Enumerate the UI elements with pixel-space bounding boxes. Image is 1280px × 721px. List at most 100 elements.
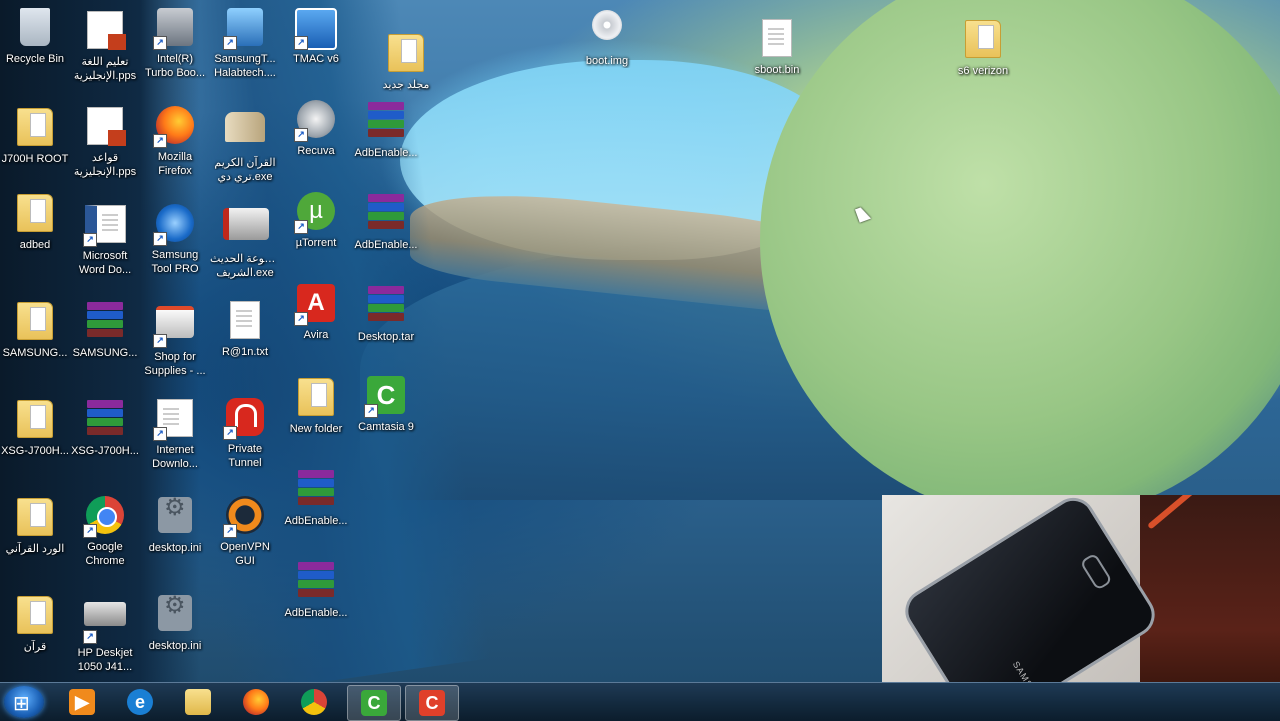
desktop-icon-chrome[interactable]: ↗ Google Chrome xyxy=(70,494,140,568)
utorrent-icon: µ ↗ xyxy=(294,192,338,234)
desktop-icon-adbenable-4[interactable]: AdbEnable... xyxy=(281,558,351,620)
taskbar-file-explorer[interactable] xyxy=(172,685,224,719)
chrome-icon: ↗ xyxy=(83,496,127,538)
winrar-icon xyxy=(364,102,408,144)
recuva-icon: ↗ xyxy=(294,100,338,142)
desktop-icon-hadith-encyclopedia[interactable]: موسوعة الحديث الشريف.exe xyxy=(210,202,280,280)
desktop-icon-samsung-rar[interactable]: SAMSUNG... xyxy=(70,298,140,360)
desktop-icon-quran-folder[interactable]: قرآن xyxy=(0,592,70,654)
samsung-tool-icon: ↗ xyxy=(223,8,267,50)
book-icon xyxy=(223,112,267,154)
tmac-icon: ↗ xyxy=(294,8,338,50)
taskbar-chrome[interactable] xyxy=(288,685,340,719)
desktop-icon-firefox[interactable]: ↗ Mozilla Firefox xyxy=(140,104,210,178)
desktop-icon-quran-3d[interactable]: القرآن الكريم تري دي.exe xyxy=(210,104,280,184)
folder-icon xyxy=(961,20,1005,62)
powerpoint-icon xyxy=(83,107,127,149)
desktop-icon-desktop-tar[interactable]: Desktop.tar xyxy=(351,282,421,344)
taskbar-media-player[interactable]: ▶ xyxy=(56,685,108,719)
desktop-icon-adbenable-3[interactable]: AdbEnable... xyxy=(281,466,351,528)
folder-icon xyxy=(384,34,428,76)
winrar-icon xyxy=(364,194,408,236)
firefox-icon xyxy=(243,689,269,715)
private-tunnel-icon: ↗ xyxy=(223,398,267,440)
desktop-icon-english-lessons[interactable]: تعليم اللغة الإنجليزية.pps xyxy=(70,8,140,83)
camtasia-studio-icon: C xyxy=(419,690,445,716)
printer-icon: ↗ xyxy=(83,602,127,644)
desktop-icon-r1n-txt[interactable]: R@1n.txt xyxy=(210,298,280,359)
folder-icon xyxy=(13,194,57,236)
text-file-icon xyxy=(223,301,267,343)
winrar-icon xyxy=(83,302,127,344)
firefox-icon: ↗ xyxy=(153,106,197,148)
desktop-icon-idm[interactable]: ↗ Internet Downlo... xyxy=(140,396,210,471)
intel-turbo-icon: ↗ xyxy=(153,8,197,50)
media-player-icon: ▶ xyxy=(69,689,95,715)
desktop-icon-word[interactable]: ↗ Microsoft Word Do... xyxy=(70,202,140,277)
desktop-icon-hp-deskjet[interactable]: ↗ HP Deskjet 1050 J41... xyxy=(70,592,140,674)
installer-icon xyxy=(223,208,269,250)
folder-icon xyxy=(13,108,57,150)
desktop-icon-new-folder[interactable]: New folder xyxy=(281,374,351,436)
folder-icon xyxy=(13,498,57,540)
internet-explorer-icon: e xyxy=(127,689,153,715)
folder-icon xyxy=(13,302,57,344)
folder-icon xyxy=(13,400,57,442)
desktop-icon-adbenable-1[interactable]: AdbEnable... xyxy=(351,98,421,160)
recycle-bin-icon xyxy=(13,8,57,50)
taskbar-firefox[interactable] xyxy=(230,685,282,719)
chrome-icon xyxy=(301,689,327,715)
folder-icon xyxy=(185,689,211,715)
desktop-icon-recuva[interactable]: ↗ Recuva xyxy=(281,98,351,158)
taskbar-internet-explorer[interactable]: e xyxy=(114,685,166,719)
winrar-icon xyxy=(364,286,408,328)
desktop-icon-sboot-bin[interactable]: sboot.bin xyxy=(742,16,812,77)
desktop-icon-adbenable-2[interactable]: AdbEnable... xyxy=(351,190,421,252)
download-manager-icon: ↗ xyxy=(153,399,197,441)
desktop-icon-xsg-folder[interactable]: XSG-J700H... xyxy=(0,396,70,458)
desktop-icon-adbed[interactable]: adbed xyxy=(0,190,70,252)
powerpoint-icon xyxy=(83,11,127,53)
camtasia-icon: C ↗ xyxy=(364,376,408,418)
desktop-icon-new-folder-arabic[interactable]: مجلد جديد xyxy=(371,30,441,92)
desktop-icon-alwird-alqurani[interactable]: الورد القرآني xyxy=(0,494,70,556)
desktop-icon-openvpn[interactable]: ↗ OpenVPN GUI xyxy=(210,494,280,568)
openvpn-icon: ↗ xyxy=(223,496,267,538)
desktop-icon-avira[interactable]: A ↗ Avira xyxy=(281,282,351,342)
desktop-icon-intel-turbo[interactable]: ↗ Intel(R) Turbo Boo... xyxy=(140,6,210,80)
folder-icon xyxy=(294,378,338,420)
desktop-icon-s6-verizon[interactable]: s6 verizon xyxy=(948,16,1018,78)
desktop-icon-tmac[interactable]: ↗ TMAC v6 xyxy=(281,6,351,66)
windows-logo-icon: ⊞ xyxy=(13,693,30,715)
desktop-icon-utorrent[interactable]: µ ↗ µTorrent xyxy=(281,190,351,250)
desktop-icon-english-grammar[interactable]: قواعد الإنجليزية.pps xyxy=(70,104,140,179)
desktop-icon-desktop-ini-2[interactable]: desktop.ini xyxy=(140,592,210,653)
settings-file-icon xyxy=(153,497,197,539)
taskbar-camtasia-recorder[interactable]: C xyxy=(347,685,401,721)
desktop-icon-boot-img[interactable]: boot.img xyxy=(572,4,642,68)
desktop-icon-desktop-ini-1[interactable]: desktop.ini xyxy=(140,494,210,555)
desktop-icon-samsung-folder[interactable]: SAMSUNG... xyxy=(0,298,70,360)
winrar-icon xyxy=(294,562,338,604)
taskbar: ⊞ ▶ e C C xyxy=(0,682,1280,721)
folder-icon xyxy=(13,596,57,638)
winrar-icon xyxy=(294,470,338,512)
disc-image-icon xyxy=(585,10,629,52)
camtasia-recorder-icon: C xyxy=(361,690,387,716)
avira-icon: A ↗ xyxy=(294,284,338,326)
printer-icon: ↗ xyxy=(153,306,197,348)
desktop-icon-samsung-halabtech[interactable]: ↗ SamsungT... Halabtech.... xyxy=(210,6,280,80)
desktop-icon-samsung-tool[interactable]: ↗ Samsung Tool PRO xyxy=(140,202,210,276)
desktop-icon-private-tunnel[interactable]: ↗ Private Tunnel xyxy=(210,396,280,470)
word-icon: ↗ xyxy=(83,205,127,247)
settings-file-icon xyxy=(153,595,197,637)
file-icon xyxy=(755,19,799,61)
winrar-icon xyxy=(83,400,127,442)
desktop-icon-j700h-root[interactable]: J700H ROOT xyxy=(0,104,70,166)
desktop-icon-xsg-rar[interactable]: XSG-J700H... xyxy=(70,396,140,458)
start-button[interactable]: ⊞ xyxy=(4,686,44,718)
taskbar-camtasia-studio[interactable]: C xyxy=(405,685,459,721)
desktop-icon-shop-supplies[interactable]: ↗ Shop for Supplies - ... xyxy=(140,298,210,378)
desktop-icon-recycle-bin[interactable]: Recycle Bin xyxy=(0,6,70,66)
desktop-icon-camtasia[interactable]: C ↗ Camtasia 9 xyxy=(351,374,421,434)
